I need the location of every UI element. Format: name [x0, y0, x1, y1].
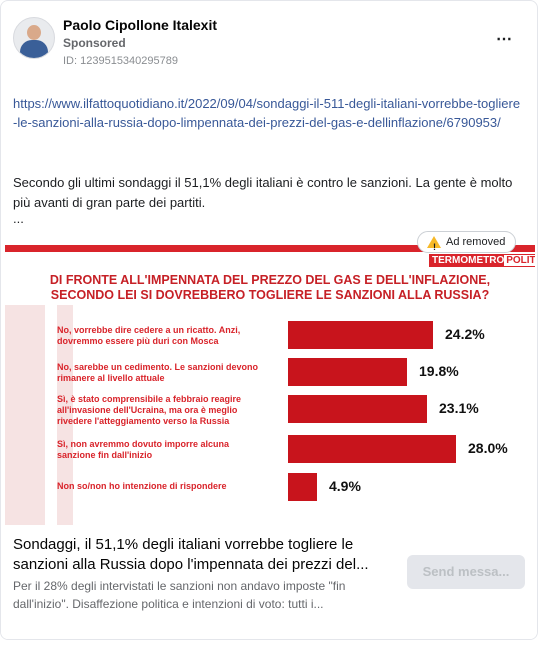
- poll-answer: Sì, è stato comprensibile a febbraio rea…: [57, 394, 242, 426]
- figure-title-line: DI FRONTE ALL'IMPENNATA DEL PREZZO DEL G…: [49, 273, 491, 287]
- link-preview-footer[interactable]: Sondaggi, il 51,1% degli italiani vorreb…: [1, 527, 537, 639]
- post-ellipsis: ...: [13, 211, 24, 226]
- poll-value: 24.2%: [445, 326, 485, 342]
- sponsored-label: Sponsored: [63, 36, 126, 50]
- ad-id: ID: 1239515340295789: [63, 55, 178, 67]
- ad-image[interactable]: TERMOMETROPOLITICO DI FRONTE ALL'IMPENNA…: [5, 245, 535, 527]
- preview-headline[interactable]: Sondaggi, il 51,1% degli italiani vorreb…: [13, 535, 403, 575]
- poll-value: 23.1%: [439, 400, 479, 416]
- poll-bar: [288, 473, 317, 501]
- poll-row: No, sarebbe un cedimento. Le sanzioni de…: [5, 356, 535, 388]
- brand-logo: TERMOMETROPOLITICO: [429, 254, 535, 267]
- warning-icon-mark: !: [433, 242, 436, 252]
- post-link[interactable]: https://www.ilfattoquotidiano.it/2022/09…: [13, 94, 523, 132]
- poll-bar: [288, 395, 427, 423]
- poll-value: 28.0%: [468, 440, 508, 456]
- ad-card: Paolo Cipollone Italexit Sponsored ID: 1…: [0, 0, 538, 640]
- poll-answer: Sì, non avremmo dovuto imporre alcuna sa…: [57, 439, 230, 460]
- poll-bar: [288, 435, 456, 463]
- ad-removed-label: Ad removed: [446, 236, 506, 248]
- post-text: Secondo gli ultimi sondaggi il 51,1% deg…: [13, 175, 513, 210]
- more-options-icon[interactable]: ⋯: [496, 29, 513, 49]
- figure-title-line: SECONDO LEI SI DOVREBBERO TOGLIERE LE SA…: [50, 288, 490, 302]
- poll-bar: [288, 358, 407, 386]
- avatar-body: [20, 40, 48, 58]
- poll-row: Sì, è stato comprensibile a febbraio rea…: [5, 393, 535, 426]
- poll-answer: No, sarebbe un cedimento. Le sanzioni de…: [57, 362, 259, 383]
- poll-row: No, vorrebbe dire cedere a un ricatto. A…: [5, 319, 535, 351]
- figure-title: DI FRONTE ALL'IMPENNATA DEL PREZZO DEL G…: [15, 273, 525, 303]
- poll-row: Sì, non avremmo dovuto imporre alcuna sa…: [5, 433, 535, 465]
- brand-logo-part: TERMOMETRO: [432, 255, 505, 266]
- avatar-face: [27, 25, 41, 40]
- poll-row: Non so/non ho intenzione di rispondere 4…: [5, 471, 535, 503]
- brand-logo-part: POLITICO: [504, 255, 535, 266]
- poll-value: 4.9%: [329, 478, 361, 494]
- poll-answer: No, vorrebbe dire cedere a un ricatto. A…: [57, 325, 241, 346]
- poll-bar: [288, 321, 433, 349]
- poll-value: 19.8%: [419, 363, 459, 379]
- send-message-button[interactable]: Send messa...: [407, 555, 525, 589]
- poll-answer: Non so/non ho intenzione di rispondere: [57, 481, 227, 491]
- author-name[interactable]: Paolo Cipollone Italexit: [63, 17, 217, 33]
- preview-description: Per il 28% degli intervistati le sanzion…: [13, 579, 346, 611]
- avatar[interactable]: [13, 17, 55, 59]
- ad-removed-badge: ! Ad removed: [417, 231, 517, 253]
- post-header: Paolo Cipollone Italexit Sponsored ID: 1…: [13, 13, 525, 69]
